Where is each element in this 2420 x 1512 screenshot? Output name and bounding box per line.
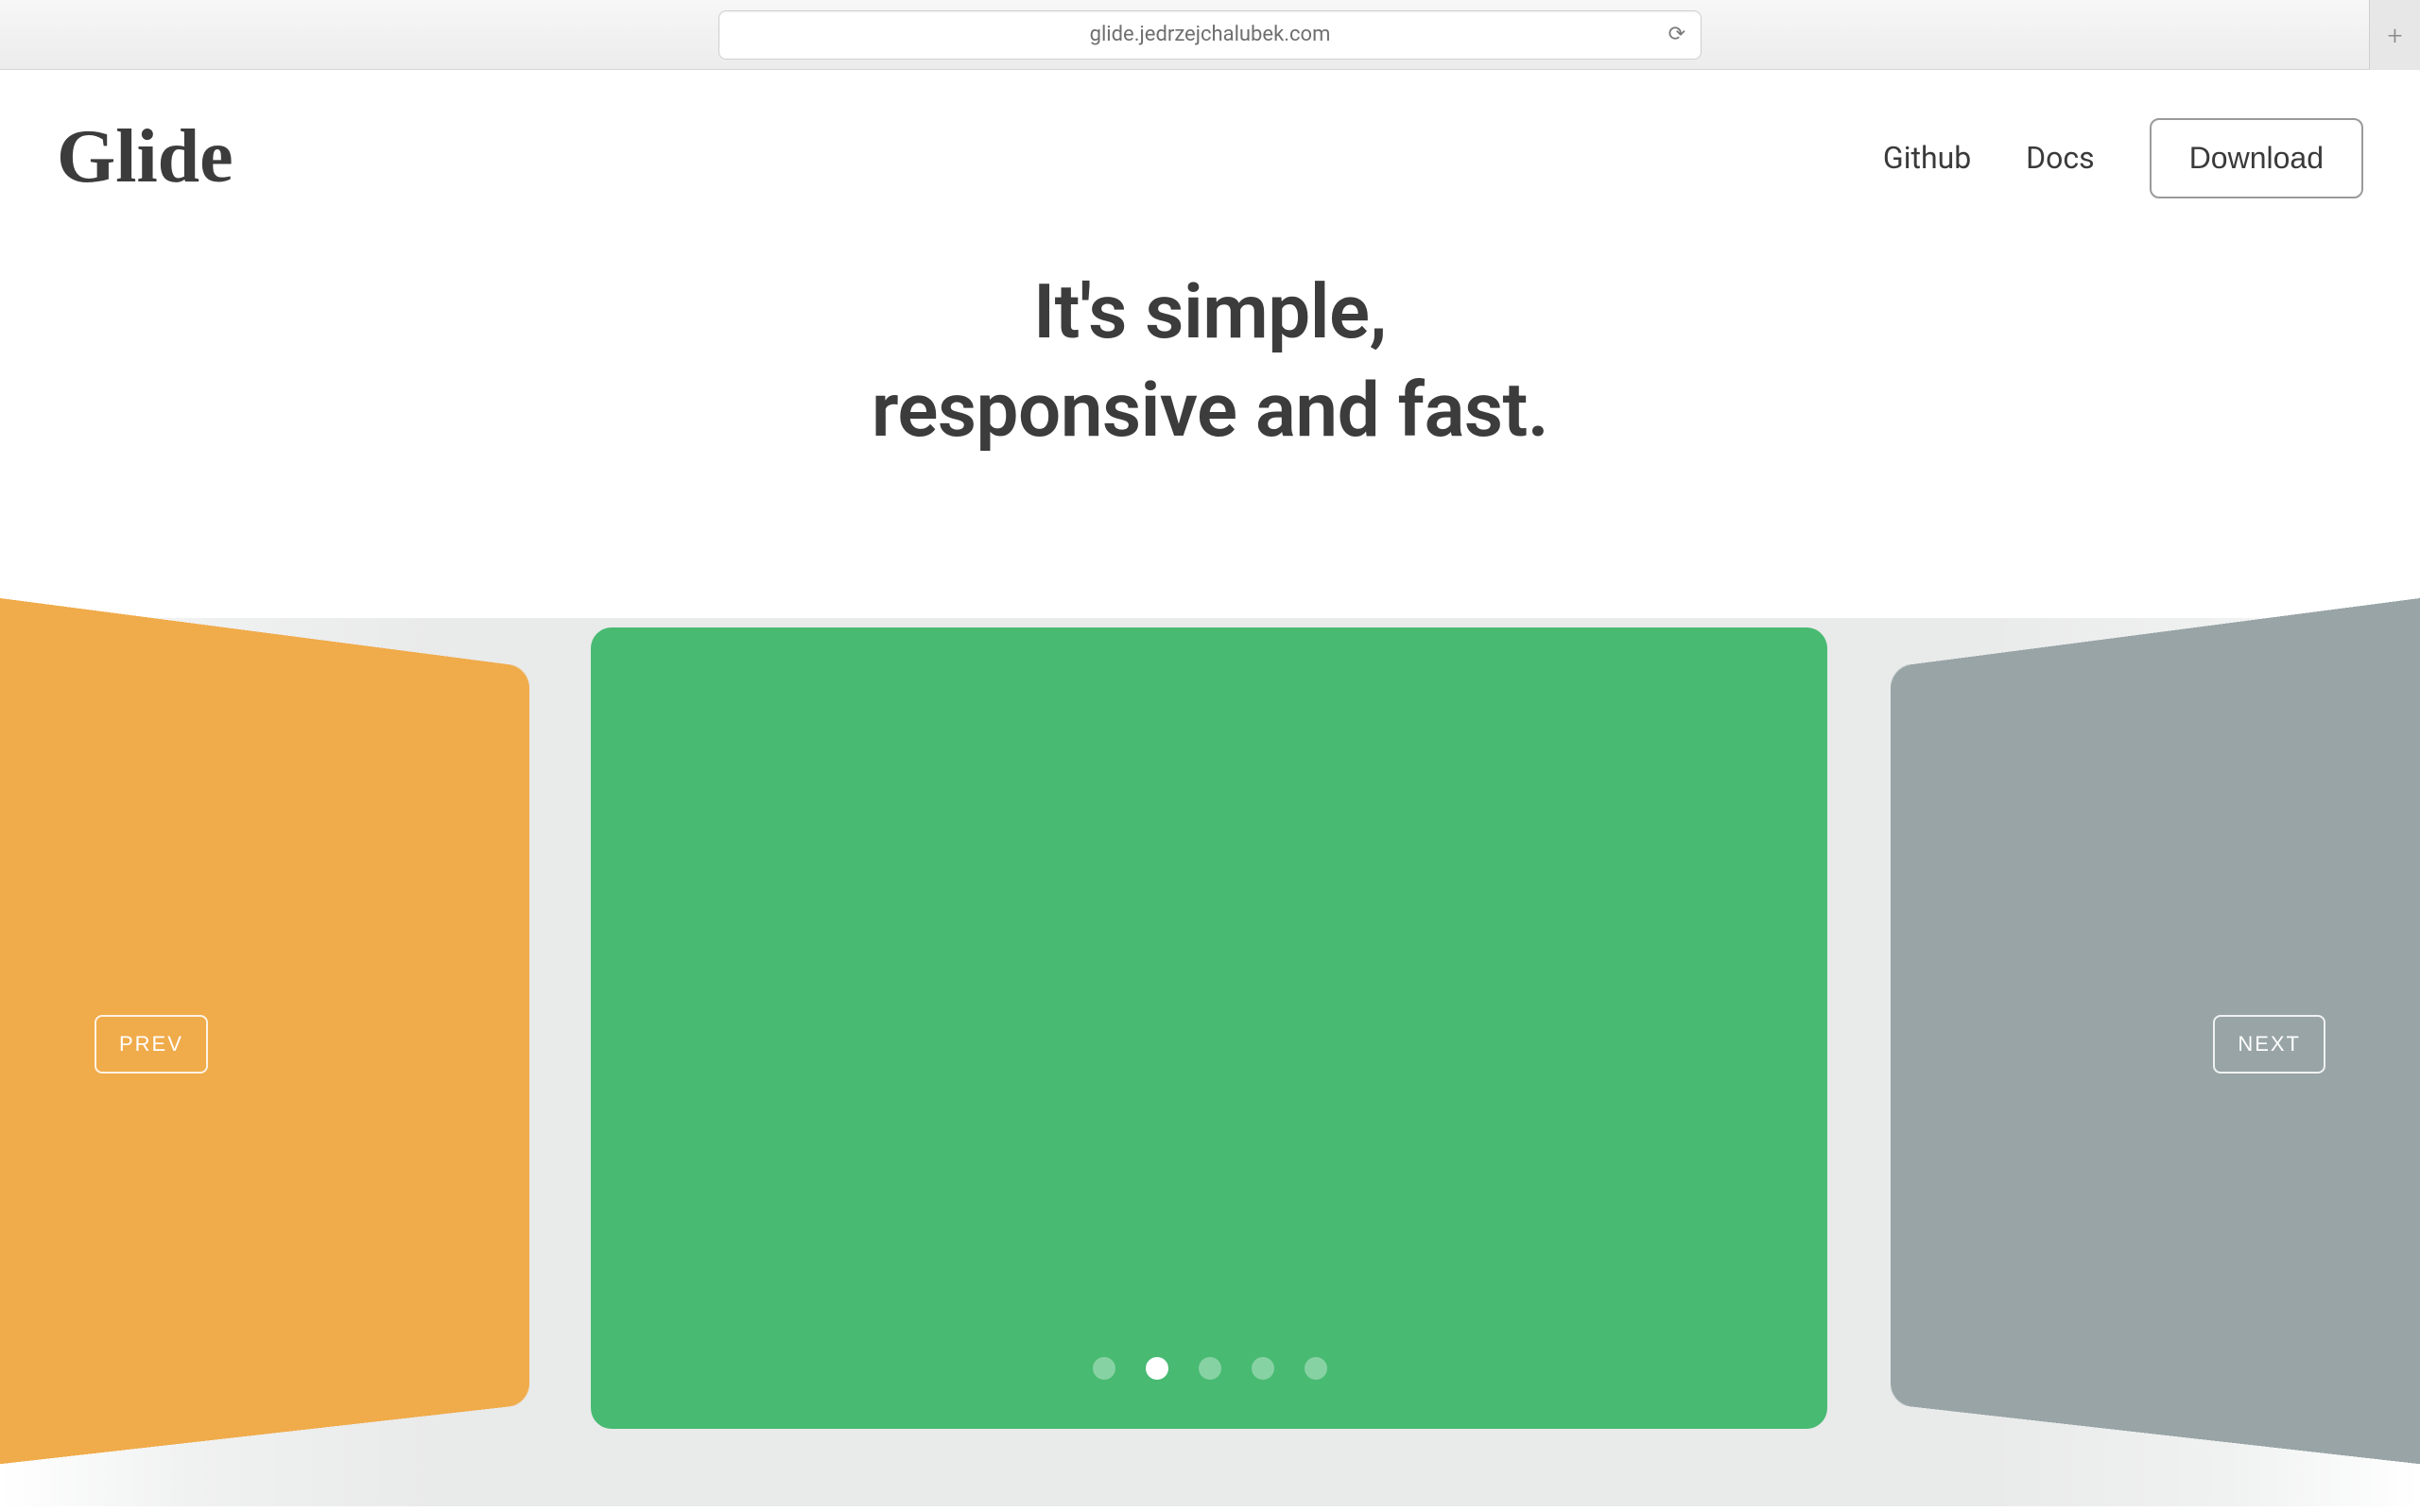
reload-icon[interactable]: ⟳: [1668, 23, 1685, 46]
tagline-line-2: responsive and fast.: [872, 366, 1548, 455]
slide-active[interactable]: [591, 627, 1827, 1429]
url-text: glide.jedrzejchalubek.com: [1090, 23, 1331, 46]
download-button[interactable]: Download: [2150, 118, 2363, 198]
address-bar[interactable]: glide.jedrzejchalubek.com ⟳: [718, 10, 1702, 60]
plus-icon: +: [2388, 20, 2403, 51]
dot-5[interactable]: [1305, 1357, 1327, 1380]
main-nav: Github Docs Download: [1883, 118, 2363, 198]
next-button[interactable]: NEXT: [2213, 1015, 2325, 1074]
page-content: Glide Github Docs Download It's simple, …: [0, 70, 2420, 1512]
dot-2[interactable]: [1146, 1357, 1168, 1380]
dot-4[interactable]: [1252, 1357, 1274, 1380]
slide-next[interactable]: [1891, 524, 2420, 1512]
logo[interactable]: Glide: [57, 115, 265, 200]
hero-tagline: It's simple, responsive and fast.: [0, 263, 2420, 459]
slider-stage: PREV NEXT: [0, 618, 2420, 1506]
dot-3[interactable]: [1199, 1357, 1221, 1380]
browser-toolbar: glide.jedrzejchalubek.com ⟳ +: [0, 0, 2420, 70]
site-header: Glide Github Docs Download: [0, 70, 2420, 200]
nav-github[interactable]: Github: [1883, 140, 1971, 176]
new-tab-button[interactable]: +: [2369, 0, 2420, 70]
nav-docs[interactable]: Docs: [2026, 140, 2095, 176]
logo-text-svg: Glide: [57, 115, 233, 198]
slide-prev[interactable]: [0, 524, 529, 1512]
slider-dots: [1093, 1357, 1327, 1380]
prev-button[interactable]: PREV: [95, 1015, 208, 1074]
tagline-line-1: It's simple,: [1033, 267, 1387, 356]
dot-1[interactable]: [1093, 1357, 1115, 1380]
